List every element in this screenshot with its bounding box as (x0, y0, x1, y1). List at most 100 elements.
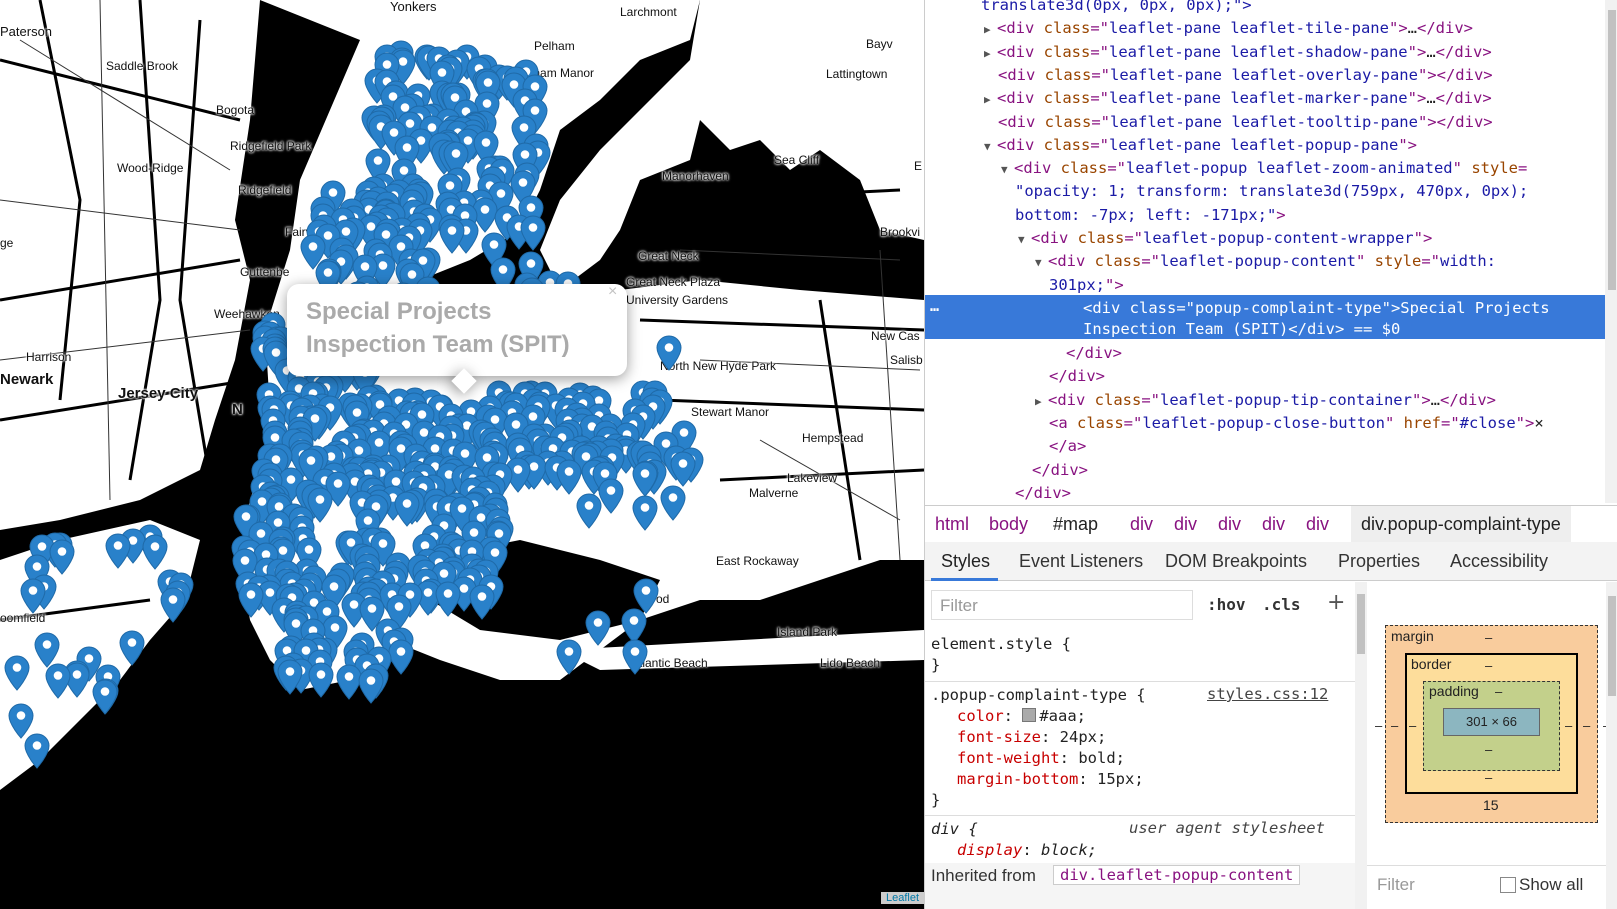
dom-node-line[interactable]: 301px;"> (1049, 274, 1124, 296)
new-rule-button[interactable]: + (1327, 590, 1345, 615)
hov-toggle[interactable]: :hov (1207, 595, 1246, 614)
map-marker-icon[interactable] (388, 639, 414, 675)
expand-arrow-down-icon[interactable]: ▼ (1018, 229, 1031, 251)
computed-scrollbar[interactable] (1606, 582, 1617, 909)
expand-arrow-right-icon[interactable]: ▶ (984, 43, 997, 65)
map-marker-icon[interactable] (632, 495, 658, 531)
ellipsis-icon[interactable]: … (930, 297, 939, 315)
inherited-from-link[interactable]: div.leaflet-popup-content (1053, 865, 1301, 885)
tab-properties[interactable]: Properties (1338, 551, 1420, 572)
box-model-content[interactable]: 301 × 66 (1443, 708, 1540, 736)
breadcrumb-item[interactable]: div (1306, 514, 1329, 535)
dom-node-line[interactable]: </div> (1049, 365, 1105, 387)
styles-filter-input[interactable]: Filter (931, 590, 1193, 620)
expand-arrow-down-icon[interactable]: ▼ (1001, 159, 1014, 181)
breadcrumb-item[interactable]: body (989, 514, 1028, 535)
dom-node-line[interactable]: </div> (1032, 459, 1088, 481)
css-property[interactable]: margin-bottom: 15px; (957, 769, 1146, 790)
map-marker-icon[interactable] (142, 534, 168, 570)
expand-arrow-right-icon[interactable]: ▶ (1035, 391, 1048, 413)
dom-tree[interactable]: translate3d(0px, 0px, 0px);"> ▶ <div class… (925, 0, 1605, 503)
styles-scrollbar[interactable] (1355, 582, 1367, 909)
map-marker-icon[interactable] (622, 639, 648, 676)
map-marker-icon[interactable] (238, 582, 264, 618)
stylesheet-link[interactable]: styles.css:12 (1207, 685, 1328, 703)
place-label: Lakeview (787, 471, 838, 485)
dom-node-line[interactable]: ▼ <div class="leaflet-pane leaflet-popup-… (984, 134, 1417, 156)
css-property[interactable]: color: #aaa; (957, 706, 1146, 727)
dom-node-line[interactable]: <div class="leaflet-pane leaflet-overlay… (998, 64, 1493, 86)
breadcrumb-item[interactable]: div (1130, 514, 1153, 535)
map-marker-icon[interactable] (49, 539, 75, 576)
color-swatch[interactable] (1022, 708, 1037, 722)
dom-selected-row[interactable]: <div class="popup-complaint-type">Specia… (925, 295, 1605, 339)
tab-dom-breakpoints[interactable]: DOM Breakpoints (1165, 551, 1307, 572)
breadcrumb-item[interactable]: #map (1053, 514, 1098, 535)
popup-close-button[interactable]: × (608, 283, 617, 301)
dom-node-line[interactable]: <div class="leaflet-pane leaflet-tooltip… (998, 111, 1493, 133)
map-marker-icon[interactable] (105, 533, 131, 569)
dom-node-line[interactable]: ▼ <div class="leaflet-popup-content-wrapp… (1018, 227, 1432, 249)
expand-arrow-down-icon[interactable]: ▼ (984, 136, 997, 158)
dom-scrollbar[interactable] (1605, 0, 1617, 503)
css-property[interactable]: font-weight: bold; (957, 748, 1146, 769)
place-label: Paterson (0, 24, 53, 39)
map-marker-icon[interactable] (277, 659, 303, 695)
expand-arrow-down-icon[interactable]: ▼ (1035, 252, 1048, 274)
breadcrumb-item[interactable]: html (935, 514, 969, 535)
dom-node-line[interactable]: ▶ <div class="leaflet-popup-tip-container… (1035, 389, 1496, 411)
map-marker-icon[interactable] (439, 218, 465, 255)
dom-node-line[interactable]: </a> (1049, 435, 1086, 457)
place-label: Island Park (777, 625, 838, 639)
breadcrumb-item[interactable]: div (1262, 514, 1285, 535)
show-all-checkbox[interactable] (1500, 877, 1516, 893)
dom-node-line[interactable]: "opacity: 1; transform: translate3d(759p… (1015, 180, 1528, 202)
map-marker-icon[interactable] (469, 584, 495, 621)
tab-event-listeners[interactable]: Event Listeners (1019, 551, 1143, 572)
map-marker-icon[interactable] (394, 491, 420, 527)
computed-filter-input[interactable]: Filter (1377, 875, 1415, 895)
map-marker-icon[interactable] (660, 485, 686, 521)
dom-node-line[interactable]: </div> (1066, 342, 1122, 364)
map-marker-icon[interactable] (92, 679, 118, 716)
map-marker-icon[interactable] (20, 578, 46, 615)
expand-arrow-right-icon[interactable]: ▶ (984, 89, 997, 111)
map-marker-icon[interactable] (435, 581, 461, 617)
tab-styles[interactable]: Styles (941, 551, 990, 572)
map-marker-icon[interactable] (556, 639, 582, 676)
dom-node-line[interactable]: ▶ <div class="leaflet-pane leaflet-tile-p… (984, 17, 1473, 39)
box-model: margin – border – padding – 301 × 66 – –… (1367, 582, 1617, 909)
attribution-link[interactable]: Leaflet (881, 892, 924, 904)
map-marker-icon[interactable] (576, 493, 602, 529)
breadcrumb-item[interactable]: div (1174, 514, 1197, 535)
breadcrumb-item[interactable]: div (1218, 514, 1241, 535)
map-marker-icon[interactable] (24, 733, 50, 769)
dom-node-line[interactable]: bottom: -7px; left: -171px;"> (1015, 204, 1286, 226)
place-label: Jersey City (118, 385, 199, 402)
css-property[interactable]: font-size: 24px; (957, 727, 1146, 748)
map-panel[interactable]: Yonkers Larchmont Paterson Saddle Brook Pelh… (0, 0, 924, 909)
dom-node-line[interactable]: ▼ <div class="leaflet-popup leaflet-zoom-… (1001, 157, 1527, 179)
map-marker-icon[interactable] (656, 335, 682, 371)
tab-accessibility[interactable]: Accessibility (1450, 551, 1548, 572)
map-marker-icon[interactable] (4, 655, 30, 691)
breadcrumb-item[interactable]: div.popup-complaint-type (1351, 506, 1571, 542)
map-marker-icon[interactable] (308, 662, 334, 699)
dom-node-line[interactable]: ▶ <div class="leaflet-pane leaflet-marker… (984, 87, 1492, 109)
dom-node-line[interactable]: <a class="leaflet-popup-close-button" hr… (1049, 412, 1544, 434)
map-marker-icon[interactable] (670, 451, 696, 487)
dom-node-line[interactable]: ▼ <div class="leaflet-popup-content" styl… (1035, 250, 1496, 272)
map-marker-icon[interactable] (358, 668, 384, 704)
map-marker-icon[interactable] (585, 610, 611, 646)
expand-arrow-right-icon[interactable]: ▶ (984, 19, 997, 41)
cls-toggle[interactable]: .cls (1262, 595, 1301, 614)
map-marker-icon[interactable] (118, 630, 145, 666)
map-marker-icon[interactable] (632, 461, 658, 497)
map-marker-icon[interactable] (556, 459, 582, 495)
dom-node-line[interactable]: ▶ <div class="leaflet-pane leaflet-shadow… (984, 41, 1492, 63)
map-marker-icon[interactable] (160, 587, 186, 623)
map-marker-icon[interactable] (45, 663, 71, 699)
dom-node-line[interactable]: translate3d(0px, 0px, 0px);"> (981, 0, 1252, 16)
map-marker-icon[interactable] (520, 215, 546, 251)
dom-node-line[interactable]: </div> (1015, 482, 1071, 503)
